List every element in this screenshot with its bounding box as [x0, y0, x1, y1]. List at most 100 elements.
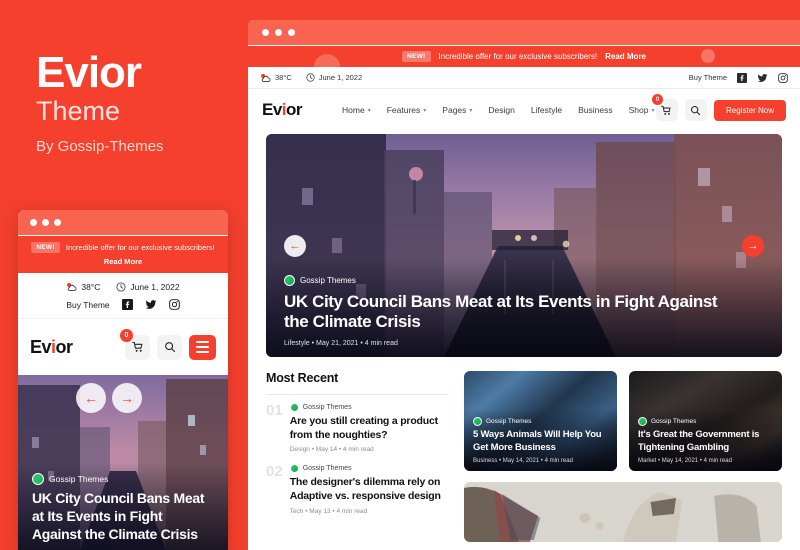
instagram-icon[interactable] — [778, 72, 788, 83]
main-navbar: Evior Home ▾ Features ▾ Pages ▾ Design L… — [248, 89, 800, 131]
weather-value: 38°C — [275, 73, 292, 82]
nav-item-business[interactable]: Business — [578, 105, 613, 115]
browser-window: NEW! Incredible offer for our exclusive … — [248, 20, 800, 550]
article-card-author: Gossip Themes — [638, 417, 773, 427]
register-now-button[interactable]: Register Now — [713, 99, 786, 121]
mobile-topbar: 38°C June 1, 2022 Buy Theme — [18, 273, 228, 319]
window-dot-minimize-icon — [42, 219, 49, 226]
weather-cloud-icon — [261, 73, 271, 82]
promo-byline: By Gossip-Themes — [36, 138, 164, 155]
mobile-buy-theme-link[interactable]: Buy Theme — [66, 300, 109, 310]
mobile-search-button[interactable] — [157, 334, 182, 360]
hero-prev-button[interactable]: ← — [284, 234, 306, 257]
mobile-date: June 1, 2022 — [116, 282, 180, 292]
article-card-author-name: Gossip Themes — [486, 418, 532, 426]
avatar — [473, 417, 482, 427]
mobile-cart-badge: 0 — [120, 328, 133, 342]
list-item-author-name: Gossip Themes — [302, 465, 352, 473]
mobile-hero-slider: ← → Gossip Themes UK City Council Bans M… — [18, 375, 228, 550]
list-item-number: 02 — [266, 463, 283, 481]
announcement-text: Incredible offer for our exclusive subsc… — [438, 52, 598, 61]
chevron-down-icon: ▾ — [367, 107, 371, 114]
mobile-logo[interactable]: Evior — [30, 337, 73, 358]
avatar — [289, 403, 299, 412]
list-item-meta: Design • May 14 • 4 min read — [289, 446, 374, 454]
nav-item-pages[interactable]: Pages ▾ — [442, 105, 472, 115]
most-recent-section: Most Recent 01 Gossip Themes Are you sti… — [266, 371, 448, 542]
hero-next-button[interactable]: → — [742, 234, 764, 257]
mobile-hero-title[interactable]: UK City Council Bans Meat at Its Events … — [32, 490, 214, 544]
hero-meta: Lifestyle • May 21, 2021 • 4 min read — [284, 340, 398, 347]
window-dot-minimize-icon[interactable] — [275, 29, 282, 36]
section-divider — [266, 394, 448, 395]
instagram-icon[interactable] — [168, 299, 180, 310]
list-item-author-name: Gossip Themes — [302, 404, 352, 411]
mobile-new-badge: NEW! — [31, 242, 60, 253]
list-item-author: Gossip Themes — [289, 403, 448, 412]
article-card-meta: Business • May 14, 2021 • 4 min read — [473, 458, 573, 464]
content-area: Most Recent 01 Gossip Themes Are you sti… — [248, 357, 800, 542]
avatar — [638, 417, 647, 427]
mobile-announcement-text: Incredible offer for our exclusive subsc… — [65, 243, 215, 252]
nav-item-design[interactable]: Design — [488, 105, 514, 115]
mobile-titlebar — [18, 210, 228, 236]
facebook-icon[interactable] — [121, 299, 133, 310]
site-logo[interactable]: Evior — [262, 100, 303, 120]
mobile-hero-author: Gossip Themes — [32, 473, 214, 486]
nav-item-shop[interactable]: Shop ▾ — [629, 105, 655, 115]
cart-icon — [131, 341, 142, 352]
buy-theme-link[interactable]: Buy Theme — [689, 73, 727, 82]
section-title-most-recent: Most Recent — [266, 371, 339, 385]
list-item-title[interactable]: The designer's dilemma rely on Adaptive … — [290, 476, 448, 503]
window-dot-maximize-icon[interactable] — [288, 29, 295, 36]
twitter-icon[interactable] — [757, 73, 768, 83]
list-item-meta: Tech • May 13 • 4 min read — [289, 507, 368, 515]
article-card[interactable]: Gossip Themes 5 Ways Animals Will Help Y… — [464, 371, 617, 471]
avatar — [32, 473, 44, 486]
article-card-title[interactable]: It's Great the Government is Tightening … — [638, 429, 773, 454]
facebook-icon[interactable] — [737, 72, 747, 83]
primary-menu: Home ▾ Features ▾ Pages ▾ Design Lifesty… — [342, 105, 654, 115]
search-button[interactable] — [684, 99, 707, 121]
browser-titlebar — [248, 20, 800, 46]
window-dot-close-icon[interactable] — [262, 29, 269, 36]
nav-label: Pages — [442, 105, 467, 115]
mobile-hero-prev-button[interactable]: ← — [76, 383, 106, 413]
mobile-read-more-link[interactable]: Read More — [26, 257, 220, 266]
article-card[interactable]: Gossip Themes It's Great the Government … — [629, 371, 782, 471]
read-more-link[interactable]: Read More — [605, 52, 646, 61]
avatar — [284, 274, 295, 286]
mobile-weather-value: 38°C — [81, 282, 101, 292]
nav-item-features[interactable]: Features ▾ — [387, 105, 427, 115]
mobile-weather: 38°C — [66, 282, 100, 292]
featured-cards-area: Gossip Themes 5 Ways Animals Will Help Y… — [464, 371, 782, 542]
promo-brand-title: Evior — [36, 48, 142, 97]
list-item[interactable]: 01 Gossip Themes Are you still creating … — [266, 402, 448, 454]
hero-slider: ← → Gossip Themes UK City Council Bans M… — [266, 134, 782, 357]
window-dot-maximize-icon — [54, 219, 61, 226]
hamburger-line-2-icon — [196, 346, 209, 348]
mobile-mockup: NEW! Incredible offer for our exclusive … — [18, 210, 228, 550]
article-card-title[interactable]: 5 Ways Animals Will Help You Get More Bu… — [473, 429, 608, 454]
mobile-hero-author-name: Gossip Themes — [49, 474, 109, 485]
mobile-announcement-bar: NEW! Incredible offer for our exclusive … — [18, 236, 228, 273]
hero-title[interactable]: UK City Council Bans Meat at Its Events … — [284, 292, 744, 333]
mobile-menu-button[interactable] — [189, 334, 216, 360]
wide-article-card[interactable] — [464, 482, 782, 542]
cart-button[interactable]: 0 — [651, 94, 678, 121]
list-item-title[interactable]: Are you still creating a product from th… — [290, 415, 448, 442]
hamburger-line-1-icon — [196, 341, 209, 343]
nav-item-lifestyle[interactable]: Lifestyle — [531, 105, 562, 115]
promo-panel: Evior Theme By Gossip-Themes NEW! Incred… — [0, 0, 248, 550]
list-item-author: Gossip Themes — [289, 464, 448, 474]
avatar — [289, 464, 299, 474]
mobile-hero-next-button[interactable]: → — [112, 383, 142, 413]
list-item-number: 01 — [266, 402, 283, 419]
clock-icon — [306, 73, 315, 82]
list-item[interactable]: 02 Gossip Themes The designer's dilemma … — [266, 463, 448, 515]
nav-item-home[interactable]: Home ▾ — [342, 105, 371, 115]
article-card-author: Gossip Themes — [473, 417, 608, 427]
mobile-cart-button[interactable]: 0 — [120, 328, 150, 360]
twitter-icon[interactable] — [145, 299, 157, 310]
wide-article-card-image — [464, 482, 782, 542]
